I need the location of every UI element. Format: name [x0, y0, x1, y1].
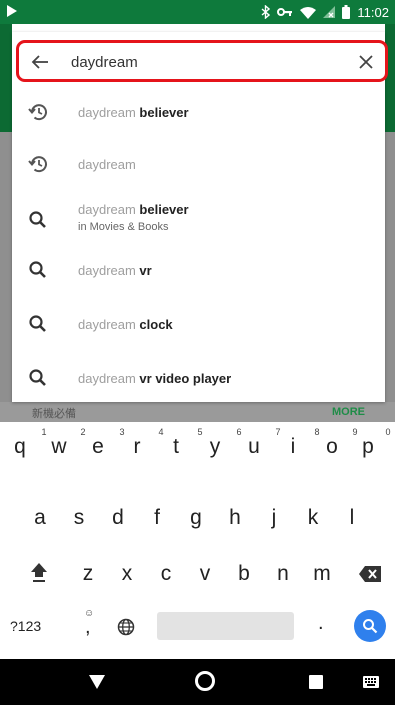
key-hint-0: 0: [385, 427, 391, 437]
suggestion-item[interactable]: daydream: [12, 138, 385, 190]
vpn-key-icon: [277, 8, 293, 16]
status-icons: 11:02: [261, 3, 389, 21]
key-h[interactable]: h: [217, 506, 253, 530]
suggestion-query: daydream: [78, 371, 136, 386]
key-hint-6: 6: [236, 427, 242, 437]
key-q[interactable]: q: [2, 435, 38, 459]
suggestion-completion: clock: [135, 317, 173, 332]
soft-keyboard: q w e r t y u i o p 1 2 3 4 5 6 7 8 9 0 …: [0, 422, 395, 659]
key-hint-1: 1: [41, 427, 47, 437]
history-icon: [28, 156, 47, 173]
suggestion-item[interactable]: daydream believer: [12, 86, 385, 138]
key-hint-4: 4: [158, 427, 164, 437]
space-key[interactable]: [157, 612, 294, 640]
suggestion-query: daydream: [78, 105, 136, 120]
close-icon[interactable]: [355, 51, 377, 73]
battery-icon: [342, 5, 351, 19]
key-r[interactable]: r: [119, 435, 155, 459]
suggestion-completion: vr video player: [135, 371, 232, 386]
history-icon: [28, 104, 47, 121]
arrow-back-icon[interactable]: [29, 51, 51, 73]
status-time: 11:02: [357, 4, 389, 20]
background-header-edge: [385, 24, 395, 132]
key-k[interactable]: k: [295, 506, 331, 530]
key-f[interactable]: f: [139, 506, 175, 530]
key-g[interactable]: g: [178, 506, 214, 530]
key-p[interactable]: p: [350, 435, 386, 459]
play-store-notification-icon: [7, 5, 17, 17]
search-input[interactable]: [71, 52, 341, 72]
key-d[interactable]: d: [100, 506, 136, 530]
key-u[interactable]: u: [236, 435, 272, 459]
background-header-edge: [0, 24, 12, 132]
suggestion-query: daydream: [78, 263, 136, 278]
search-icon: [29, 315, 46, 332]
keyboard-icon[interactable]: [363, 676, 379, 688]
key-hint-8: 8: [314, 427, 320, 437]
key-l[interactable]: l: [334, 506, 370, 530]
suggestion-query: daydream: [78, 157, 136, 172]
period-key[interactable]: .: [318, 612, 324, 635]
key-y[interactable]: y: [197, 435, 233, 459]
status-bar: 11:02: [0, 0, 395, 24]
comma-key[interactable]: ,: [85, 616, 91, 639]
suggestion-completion: believer: [135, 105, 189, 120]
bluetooth-icon: [261, 5, 271, 19]
more-link[interactable]: MORE: [332, 406, 365, 418]
backspace-icon[interactable]: [358, 565, 382, 583]
symbols-key[interactable]: ?123: [10, 618, 41, 634]
search-icon: [29, 261, 46, 278]
key-e[interactable]: e: [80, 435, 116, 459]
navigation-bar: [0, 659, 395, 705]
key-z[interactable]: z: [70, 562, 106, 586]
search-icon: [29, 369, 46, 386]
key-n[interactable]: n: [265, 562, 301, 586]
suggestion-query: daydream: [78, 317, 136, 332]
key-a[interactable]: a: [22, 506, 58, 530]
key-hint-7: 7: [275, 427, 281, 437]
suggestion-item[interactable]: daydream vr: [12, 244, 385, 296]
square-recents-icon[interactable]: [309, 675, 323, 689]
circle-home-icon[interactable]: [194, 670, 216, 692]
suggestion-item[interactable]: daydream believer in Movies & Books: [12, 192, 385, 248]
search-bar: [16, 40, 388, 82]
key-o[interactable]: o: [314, 435, 350, 459]
suggestion-query: daydream: [78, 202, 136, 217]
search-enter-key[interactable]: [354, 610, 386, 642]
key-hint-9: 9: [352, 427, 358, 437]
suggestion-completion: vr: [135, 263, 152, 278]
key-s[interactable]: s: [61, 506, 97, 530]
suggestion-completion: believer: [135, 202, 189, 217]
triangle-back-icon[interactable]: [89, 675, 105, 689]
suggestion-item[interactable]: daydream clock: [12, 298, 385, 350]
key-w[interactable]: w: [41, 435, 77, 459]
section-title: 新機必備: [32, 408, 76, 420]
key-m[interactable]: m: [304, 562, 340, 586]
key-hint-3: 3: [119, 427, 125, 437]
search-icon: [363, 619, 378, 634]
search-icon: [29, 211, 46, 228]
key-hint-2: 2: [80, 427, 86, 437]
cell-signal-icon: [323, 6, 336, 18]
key-j[interactable]: j: [256, 506, 292, 530]
shift-icon[interactable]: [29, 561, 49, 583]
globe-icon[interactable]: [117, 618, 135, 636]
key-t[interactable]: t: [158, 435, 194, 459]
suggestion-item[interactable]: daydream vr video player: [12, 352, 385, 404]
key-x[interactable]: x: [109, 562, 145, 586]
key-c[interactable]: c: [148, 562, 184, 586]
wifi-icon: [300, 6, 317, 19]
key-hint-5: 5: [197, 427, 203, 437]
key-b[interactable]: b: [226, 562, 262, 586]
suggestion-subtitle: in Movies & Books: [78, 221, 169, 233]
key-v[interactable]: v: [187, 562, 223, 586]
key-i[interactable]: i: [275, 435, 311, 459]
